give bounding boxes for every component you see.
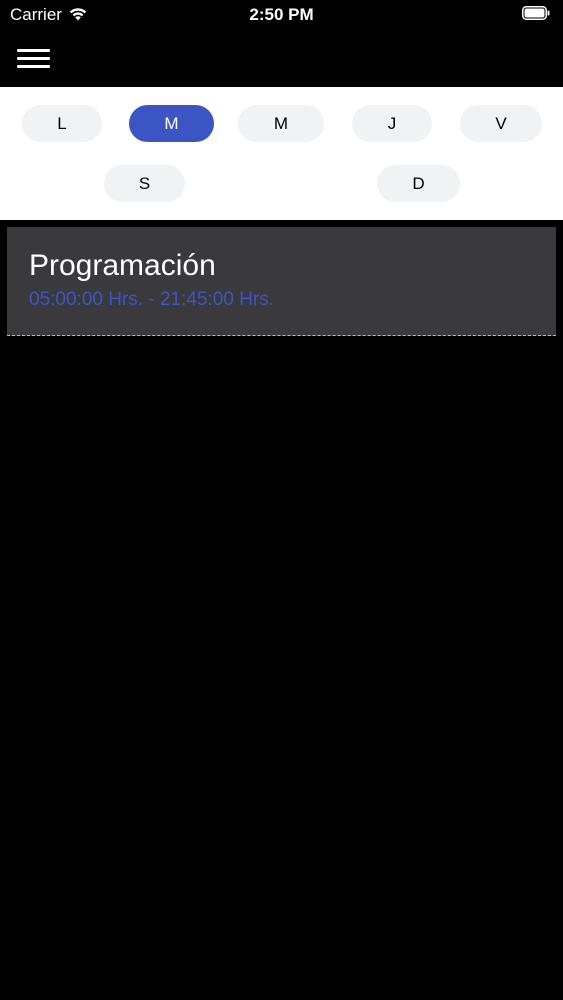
schedule-hours: 05:00:00 Hrs. - 21:45:00 Hrs. — [29, 289, 275, 310]
screen: Carrier 2:50 PM L M M J V S D Programaci… — [0, 0, 563, 1000]
status-time: 2:50 PM — [249, 5, 314, 24]
status-bar: Carrier 2:50 PM — [0, 0, 563, 30]
schedule-card[interactable]: Programación 05:00:00 Hrs. - 21:45:00 Hr… — [7, 227, 556, 336]
day-pill-jueves[interactable]: J — [352, 105, 432, 142]
menu-line — [17, 65, 50, 68]
day-pill-miercoles[interactable]: M — [238, 105, 324, 142]
day-pill-viernes[interactable]: V — [460, 105, 542, 142]
day-pill-sabado[interactable]: S — [104, 165, 185, 202]
menu-line — [17, 49, 50, 52]
day-selector: L M M J V S D — [0, 87, 563, 220]
hamburger-menu-icon[interactable] — [17, 47, 50, 69]
day-pill-martes[interactable]: M — [129, 105, 214, 142]
menu-line — [17, 57, 50, 60]
day-pill-lunes[interactable]: L — [22, 105, 102, 142]
battery-icon — [522, 6, 550, 20]
day-pill-domingo[interactable]: D — [377, 165, 460, 202]
nav-bar — [0, 30, 563, 87]
schedule-title: Programación — [29, 249, 216, 282]
